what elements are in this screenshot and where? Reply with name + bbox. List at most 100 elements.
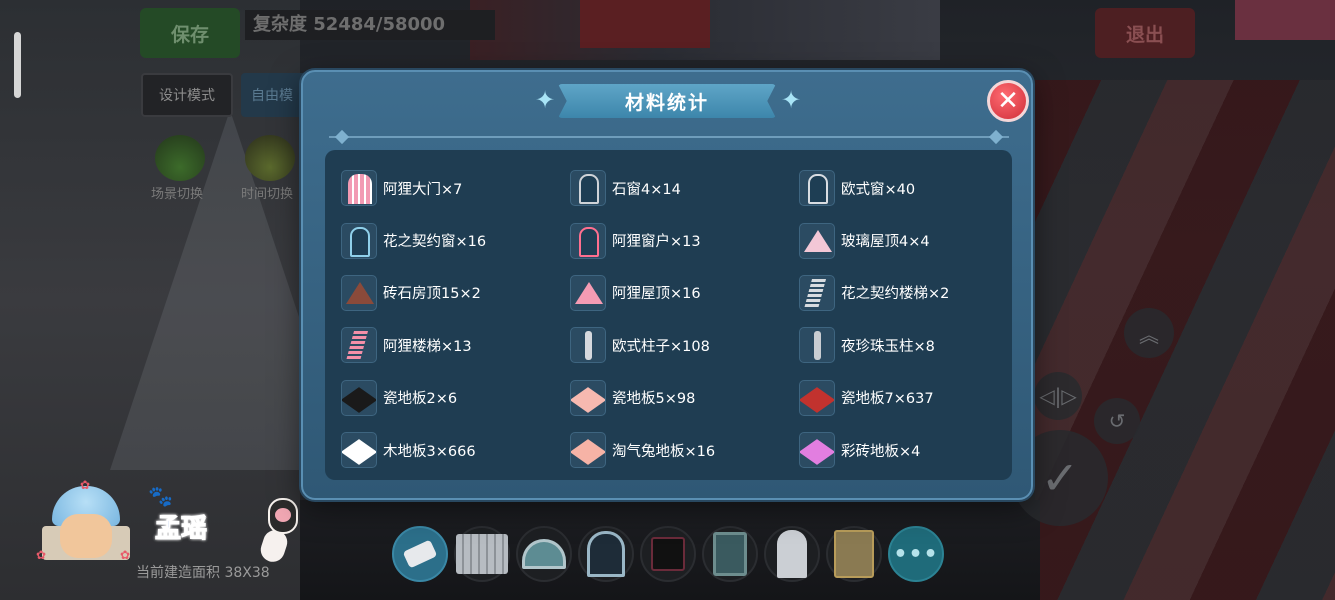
mirror-button[interactable]: ◁|▷ — [1034, 372, 1082, 420]
flower-icon: ✿ — [36, 548, 47, 562]
flower-stairs-icon — [799, 274, 835, 311]
material-item: 阿狸屋顶×16 — [570, 267, 799, 319]
material-grid: 阿狸大门×7 石窗4×14 欧式窗×40 花之契约窗×16 阿狸窗户×13 玻璃屋顶4×4… — [341, 162, 1001, 476]
material-name: 玻璃屋顶4×4 — [841, 234, 930, 251]
material-name: 欧式柱子×108 — [612, 338, 710, 355]
material-item: 花之契约楼梯×2 — [799, 267, 1001, 319]
divider — [329, 129, 1009, 145]
landscape-icon — [155, 135, 205, 181]
red-tile-icon — [799, 379, 835, 416]
eraser-tool[interactable] — [392, 526, 448, 582]
bunny-floor-icon — [570, 432, 606, 469]
material-stats-dialog: ✦ 材料统计 ✦ ✕ 阿狸大门×7 石窗4×14 欧式窗×40 花之契约窗×16 阿狸窗… — [301, 70, 1033, 500]
tool-slot-7[interactable] — [826, 526, 882, 582]
arch-window-icon — [522, 539, 566, 569]
raise-button[interactable]: ︽ — [1124, 308, 1174, 358]
material-list-panel: 阿狸大门×7 石窗4×14 欧式窗×40 花之契约窗×16 阿狸窗户×13 玻璃屋顶4×4… — [325, 150, 1012, 480]
ahri-roof-icon — [570, 274, 606, 311]
tool-slot-1[interactable] — [454, 526, 510, 582]
player-name: 孟瑶 — [154, 514, 208, 545]
ahri-stairs-icon — [341, 327, 377, 364]
time-switch-label: 时间切换 — [240, 187, 293, 202]
more-dots-icon: ••• — [893, 541, 939, 567]
material-name: 花之契约楼梯×2 — [841, 286, 950, 303]
material-name: 阿狸大门×7 — [383, 181, 463, 198]
material-item: 玻璃屋顶4×4 — [799, 214, 1001, 266]
material-item: 瓷地板5×98 — [570, 372, 799, 424]
cat-paw-glove-icon — [257, 498, 298, 565]
tool-slot-6[interactable] — [764, 526, 820, 582]
side-drag-handle[interactable] — [14, 32, 21, 98]
pink-gate-icon — [341, 170, 377, 207]
close-button[interactable]: ✕ — [987, 80, 1029, 122]
swirl-ornament-icon: ✦ — [781, 86, 802, 114]
material-item: 彩砖地板×4 — [799, 424, 1001, 476]
material-toolbar: ••• — [392, 526, 944, 584]
material-item: 花之契约窗×16 — [341, 214, 570, 266]
pearl-pillar-icon — [799, 327, 835, 364]
sun-landscape-icon — [245, 135, 295, 181]
material-item: 阿狸窗户×13 — [570, 214, 799, 266]
european-window-icon — [799, 170, 835, 207]
colored-tile-icon — [799, 432, 835, 469]
material-item: 欧式窗×40 — [799, 162, 1001, 214]
tool-slot-3[interactable] — [578, 526, 634, 582]
scene-striped-floor — [1035, 80, 1335, 600]
material-name: 木地板3×666 — [383, 443, 476, 460]
tool-slot-2[interactable] — [516, 526, 572, 582]
tool-slot-5[interactable] — [702, 526, 758, 582]
swirl-ornament-icon: ✦ — [535, 86, 556, 114]
glass-roof-icon — [799, 222, 835, 259]
build-area-text: 当前建造面积 38X38 — [136, 565, 270, 581]
time-switch-button[interactable]: 时间切换 — [240, 135, 300, 202]
european-pillar-icon — [570, 327, 606, 364]
exit-button[interactable]: 退出 — [1095, 8, 1195, 58]
material-name: 瓷地板5×98 — [612, 391, 696, 408]
material-name: 淘气兔地板×16 — [612, 443, 716, 460]
material-name: 阿狸屋顶×16 — [612, 286, 701, 303]
material-name: 彩砖地板×4 — [841, 443, 921, 460]
double-chevron-up-icon: ︽ — [1139, 322, 1159, 347]
material-item: 夜珍珠玉柱×8 — [799, 319, 1001, 371]
design-mode-button[interactable]: 设计模式 — [141, 73, 233, 117]
save-button[interactable]: 保存 — [140, 8, 240, 58]
material-name: 瓷地板2×6 — [383, 391, 458, 408]
flower-window-icon — [341, 222, 377, 259]
complexity-counter: 复杂度 52484/58000 — [245, 10, 495, 40]
ahri-window-icon — [570, 222, 606, 259]
mirror-icon: ◁|▷ — [1039, 384, 1077, 408]
material-item: 瓷地板7×637 — [799, 372, 1001, 424]
stone-window-icon — [570, 170, 606, 207]
material-item: 淘气兔地板×16 — [570, 424, 799, 476]
white-window-icon — [777, 530, 807, 578]
material-item: 石窗4×14 — [570, 162, 799, 214]
more-button[interactable]: ••• — [888, 526, 944, 582]
check-icon: ✓ — [1040, 451, 1080, 505]
gothic-window-icon — [587, 531, 625, 577]
flower-icon: ✿ — [120, 548, 131, 562]
scene-pink-corner — [1235, 0, 1335, 40]
player-avatar[interactable]: 🐾 ✿ ✿ ✿ — [36, 478, 173, 570]
pink-tile-icon — [570, 379, 606, 416]
rotate-button[interactable]: ↺ — [1094, 398, 1140, 444]
scene-red-block — [580, 0, 710, 48]
paw-icon: 🐾 — [148, 484, 173, 508]
black-tile-icon — [341, 379, 377, 416]
material-item: 木地板3×666 — [341, 424, 570, 476]
material-name: 欧式窗×40 — [841, 181, 916, 198]
close-icon: ✕ — [997, 86, 1019, 116]
material-item: 瓷地板2×6 — [341, 372, 570, 424]
rotate-icon: ↺ — [1108, 409, 1126, 433]
fence-block-icon — [456, 534, 508, 574]
material-name: 阿狸楼梯×13 — [383, 338, 472, 355]
white-floor-icon — [341, 432, 377, 469]
material-item: 阿狸楼梯×13 — [341, 319, 570, 371]
wooden-gate-icon — [834, 530, 874, 578]
flower-icon: ✿ — [80, 478, 91, 492]
material-item: 阿狸大门×7 — [341, 162, 570, 214]
material-name: 夜珍珠玉柱×8 — [841, 338, 935, 355]
tool-slot-4[interactable] — [640, 526, 696, 582]
dark-panel-icon — [651, 537, 685, 571]
scene-switch-label: 场景切换 — [150, 187, 203, 202]
scene-switch-button[interactable]: 场景切换 — [150, 135, 210, 202]
